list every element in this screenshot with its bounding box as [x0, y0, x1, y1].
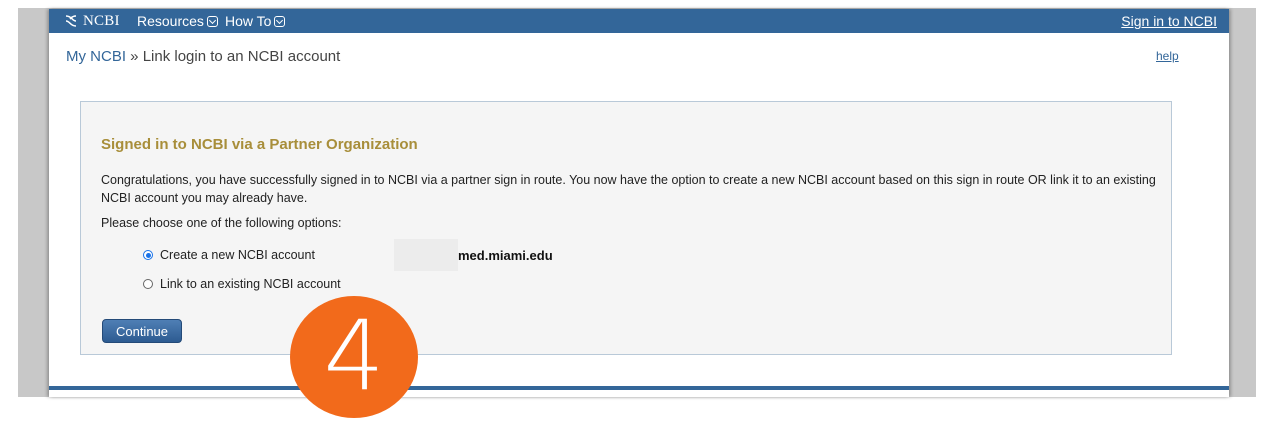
account-domain: med.miami.edu — [458, 248, 553, 263]
breadcrumb: My NCBI » Link login to an NCBI account — [66, 48, 340, 65]
link-account-label: Link to an existing NCBI account — [160, 277, 341, 291]
breadcrumb-separator: » — [130, 48, 139, 65]
create-account-label: Create a new NCBI account — [160, 248, 315, 262]
footer-divider — [49, 386, 1229, 390]
option-create-account[interactable]: Create a new NCBI account — [143, 248, 315, 262]
option-link-account[interactable]: Link to an existing NCBI account — [143, 277, 341, 291]
create-account-radio[interactable] — [143, 250, 153, 260]
ncbi-header-bar: NCBI Resources How To Sign in to NCBI — [49, 9, 1229, 33]
step-number-badge: 4 — [290, 296, 418, 418]
how-to-menu-label: How To — [225, 13, 272, 29]
step-number: 4 — [323, 300, 385, 412]
ncbi-logo[interactable]: NCBI — [63, 12, 120, 30]
logo-text: NCBI — [83, 12, 120, 29]
panel-description: Congratulations, you have successfully s… — [101, 173, 1156, 205]
options-prompt: Please choose one of the following optio… — [101, 216, 342, 230]
redacted-username — [394, 239, 458, 271]
panel-title: Signed in to NCBI via a Partner Organiza… — [101, 136, 418, 153]
continue-button[interactable]: Continue — [102, 319, 182, 343]
help-link[interactable]: help — [1156, 49, 1179, 63]
chevron-down-icon — [206, 15, 218, 27]
resources-menu-label: Resources — [137, 13, 204, 29]
breadcrumb-current: Link login to an NCBI account — [142, 48, 341, 65]
breadcrumb-my-ncbi-link[interactable]: My NCBI — [66, 48, 126, 65]
how-to-menu[interactable]: How To — [225, 13, 286, 29]
partner-signin-panel: Signed in to NCBI via a Partner Organiza… — [80, 101, 1172, 355]
page: NCBI Resources How To Sign in to NCBI My… — [49, 9, 1229, 397]
link-account-radio[interactable] — [143, 279, 153, 289]
sign-in-link[interactable]: Sign in to NCBI — [1121, 13, 1217, 29]
chevron-down-icon — [274, 15, 286, 27]
resources-menu[interactable]: Resources — [137, 13, 218, 29]
ncbi-helix-icon — [65, 15, 77, 27]
